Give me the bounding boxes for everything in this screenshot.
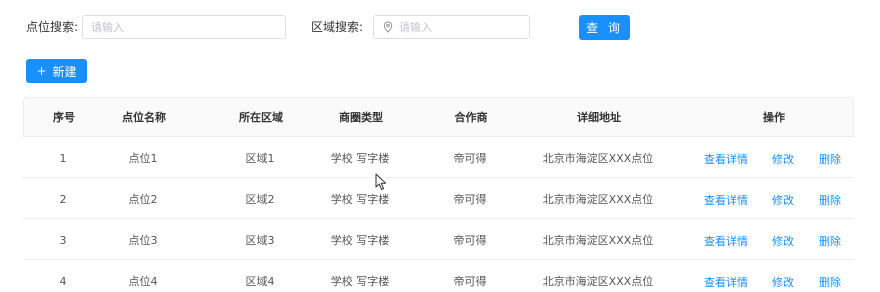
delete-link[interactable]: 删除 <box>819 219 841 259</box>
cell-type: 学校 写字楼 <box>330 193 390 206</box>
header-area: 所在区域 <box>239 111 283 124</box>
view-details-link[interactable]: 查看详情 <box>704 178 748 218</box>
cell-partner: 帝可得 <box>453 275 487 288</box>
area-search-input-box[interactable] <box>373 15 530 39</box>
cell-area: 区域2 <box>245 193 275 206</box>
cell-address: 北京市海淀区XXX点位 <box>542 193 654 206</box>
cell-name: 点位4 <box>128 275 158 288</box>
cell-area: 区域3 <box>245 234 275 247</box>
delete-link[interactable]: 删除 <box>819 260 841 292</box>
cell-type: 学校 写字楼 <box>330 275 390 288</box>
header-no: 序号 <box>53 111 75 124</box>
table-header: 序号 点位名称 所在区域 商圈类型 合作商 详细地址 操作 <box>23 97 854 137</box>
table-row: 1 点位1 区域1 学校 写字楼 帝可得 北京市海淀区XXX点位 查看详情 修改… <box>23 137 854 178</box>
cell-name: 点位3 <box>128 234 158 247</box>
point-search-input-box[interactable] <box>82 15 286 39</box>
plus-icon: + <box>36 64 47 78</box>
view-details-link[interactable]: 查看详情 <box>704 137 748 177</box>
cell-name: 点位1 <box>128 152 158 165</box>
cell-address: 北京市海淀区XXX点位 <box>542 152 654 165</box>
cell-partner: 帝可得 <box>453 152 487 165</box>
cell-no: 3 <box>59 233 67 247</box>
table-row: 4 点位4 区域4 学校 写字楼 帝可得 北京市海淀区XXX点位 查看详情 修改… <box>23 260 854 292</box>
table-row: 2 点位2 区域2 学校 写字楼 帝可得 北京市海淀区XXX点位 查看详情 修改… <box>23 178 854 219</box>
cell-address: 北京市海淀区XXX点位 <box>542 234 654 247</box>
header-partner: 合作商 <box>454 111 488 124</box>
cell-area: 区域1 <box>245 152 275 165</box>
location-pin-icon <box>383 21 393 33</box>
cell-address: 北京市海淀区XXX点位 <box>542 275 654 288</box>
cell-no: 4 <box>59 274 67 288</box>
cell-no: 1 <box>59 151 67 165</box>
page: 点位搜索: 区域搜索: 查 询 + 新建 序号 点位名称 所在区域 商圈类型 合… <box>0 0 880 292</box>
cell-area: 区域4 <box>245 275 275 288</box>
header-address: 详细地址 <box>577 111 621 124</box>
new-button[interactable]: + 新建 <box>26 59 87 83</box>
header-ops: 操作 <box>763 111 785 124</box>
cell-name: 点位2 <box>128 193 158 206</box>
cell-partner: 帝可得 <box>453 193 487 206</box>
point-search-input[interactable] <box>91 20 285 34</box>
new-button-label: 新建 <box>52 64 77 79</box>
cell-no: 2 <box>59 192 67 206</box>
cell-partner: 帝可得 <box>453 234 487 247</box>
header-name: 点位名称 <box>122 111 166 124</box>
delete-link[interactable]: 删除 <box>819 137 841 177</box>
cell-type: 学校 写字楼 <box>330 152 390 165</box>
view-details-link[interactable]: 查看详情 <box>704 219 748 259</box>
edit-link[interactable]: 修改 <box>772 137 794 177</box>
point-search-label: 点位搜索: <box>26 20 79 34</box>
header-type: 商圈类型 <box>339 111 383 124</box>
mouse-pointer-icon <box>375 173 387 190</box>
table-row: 3 点位3 区域3 学校 写字楼 帝可得 北京市海淀区XXX点位 查看详情 修改… <box>23 219 854 260</box>
view-details-link[interactable]: 查看详情 <box>704 260 748 292</box>
edit-link[interactable]: 修改 <box>772 260 794 292</box>
delete-link[interactable]: 删除 <box>819 178 841 218</box>
area-search-input[interactable] <box>399 20 529 34</box>
edit-link[interactable]: 修改 <box>772 219 794 259</box>
points-table: 序号 点位名称 所在区域 商圈类型 合作商 详细地址 操作 1 点位1 区域1 … <box>23 97 854 292</box>
cell-type: 学校 写字楼 <box>330 234 390 247</box>
area-search-label: 区域搜索: <box>311 20 364 34</box>
search-button[interactable]: 查 询 <box>579 15 630 40</box>
edit-link[interactable]: 修改 <box>772 178 794 218</box>
